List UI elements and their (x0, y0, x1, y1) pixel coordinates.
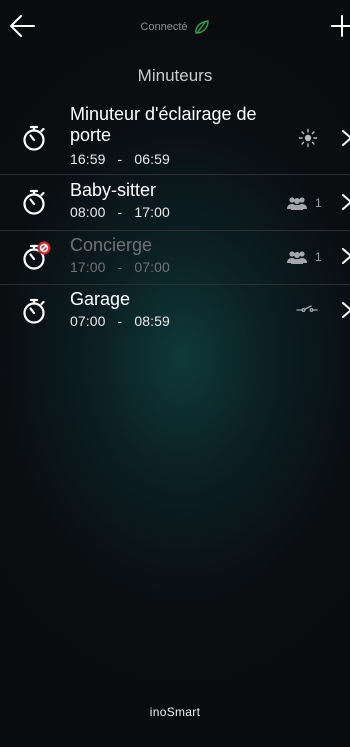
timer-row-concierge[interactable]: Concierge 17:00-07:00 1 (0, 232, 350, 284)
stopwatch-icon (23, 298, 45, 324)
chevron-right-icon[interactable] (340, 301, 350, 319)
brand-logo: inoSmart (149, 705, 201, 719)
row-divider (0, 174, 350, 175)
start-time: 16:59 (70, 151, 106, 167)
timer-name: Concierge (70, 235, 153, 255)
timer-time-range: 08:00-17:00 (70, 204, 170, 220)
timer-time-range: 17:00-07:00 (70, 259, 170, 275)
start-time: 17:00 (70, 259, 106, 275)
timer-time-range: 07:00-08:59 (70, 313, 170, 329)
timer-time-range: 16:59-06:59 (70, 151, 170, 167)
group-icon (287, 197, 307, 210)
leaf-icon (194, 20, 209, 34)
chevron-right-icon[interactable] (340, 247, 350, 265)
time-separator: - (117, 259, 123, 275)
stopwatch-icon (23, 125, 45, 151)
chevron-right-icon[interactable] (340, 193, 350, 211)
timer-name: Minuteur d'éclairage de porte (70, 104, 257, 146)
sun-icon (298, 128, 318, 148)
end-time: 07:00 (134, 259, 170, 275)
timer-name-line2: porte (70, 125, 112, 145)
connection-status: Connecté (0, 20, 350, 34)
start-time: 07:00 (70, 313, 106, 329)
top-bar: Connecté (0, 0, 350, 52)
end-time: 08:59 (134, 313, 170, 329)
row-divider (0, 284, 350, 285)
add-icon[interactable] (330, 8, 350, 44)
timer-row-garage[interactable]: Garage 07:00-08:59 (0, 286, 350, 340)
time-separator: - (117, 151, 123, 167)
end-time: 17:00 (134, 204, 170, 220)
time-separator: - (117, 204, 123, 220)
switch-icon (296, 305, 318, 312)
timer-row-eclairage[interactable]: Minuteur d'éclairage de porte 16:59-06:5… (0, 104, 350, 172)
connection-status-label: Connecté (140, 20, 188, 33)
timer-name-line1: Minuteur d'éclairage de (70, 104, 257, 124)
start-time: 08:00 (70, 204, 106, 220)
timer-name: Baby-sitter (70, 180, 157, 200)
group-icon (287, 251, 307, 264)
timer-row-baby-sitter[interactable]: Baby-sitter 08:00-17:00 1 (0, 176, 350, 230)
row-divider (0, 230, 350, 231)
member-count: 1 (315, 250, 322, 264)
stopwatch-icon (23, 189, 45, 215)
chevron-right-icon[interactable] (340, 129, 350, 147)
timer-name: Garage (70, 289, 131, 309)
disabled-icon (37, 241, 51, 255)
end-time: 06:59 (134, 151, 170, 167)
time-separator: - (117, 313, 123, 329)
member-count: 1 (315, 196, 322, 210)
page-title: Minuteurs (137, 66, 213, 85)
